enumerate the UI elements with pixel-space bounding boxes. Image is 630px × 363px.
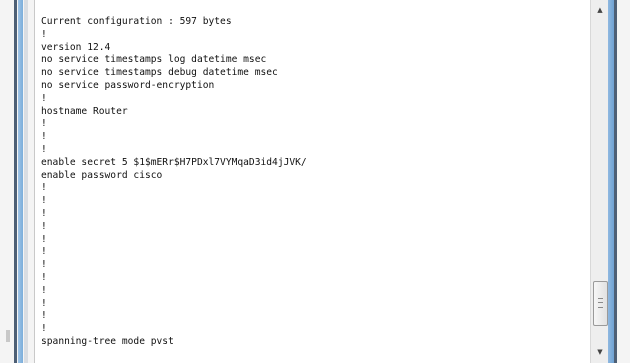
- terminal-line: !: [41, 259, 47, 271]
- frame-border-dark: [14, 0, 17, 363]
- terminal-lines: Current configuration : 597 bytes! versio…: [41, 16, 307, 349]
- terminal-line: enable password cisco: [41, 169, 163, 181]
- triangle-up-icon[interactable]: ▲: [591, 2, 609, 18]
- left-window-frame: [0, 0, 34, 363]
- triangle-down-icon[interactable]: ▼: [591, 344, 609, 360]
- terminal-line: no service password-encryption: [41, 79, 215, 91]
- right-window-frame: [608, 0, 630, 363]
- terminal-line: !: [41, 284, 47, 296]
- terminal-line: version 12.4: [41, 41, 111, 53]
- terminal-line: !: [41, 246, 47, 258]
- terminal-line: !: [41, 92, 47, 104]
- terminal-line: spanning-tree mode pvst: [41, 335, 174, 347]
- frame-notch: [6, 330, 10, 342]
- frame-border-dark: [614, 0, 617, 363]
- terminal-line: !: [41, 182, 47, 194]
- terminal-line: !: [41, 195, 47, 207]
- frame-border-blue: [18, 0, 23, 363]
- frame-border-inner: [24, 0, 28, 363]
- terminal-line: !: [41, 323, 47, 335]
- terminal-line: !: [41, 297, 47, 309]
- terminal-line: !: [41, 271, 47, 283]
- terminal-line: no service timestamps log datetime msec: [41, 54, 267, 66]
- terminal-line: !: [41, 118, 47, 130]
- terminal-line: enable secret 5 $1$mERr$H7PDxl7VYMqaD3id…: [41, 156, 307, 168]
- terminal-line: !: [41, 220, 47, 232]
- terminal-line: !: [41, 143, 47, 155]
- terminal-line: !: [41, 310, 47, 322]
- terminal-line: !: [41, 28, 47, 40]
- terminal-line: hostname Router: [41, 105, 128, 117]
- terminal-line: no service timestamps debug datetime mse…: [41, 67, 278, 79]
- terminal-line: !: [41, 131, 47, 143]
- grip-icon: [598, 298, 603, 308]
- terminal-line: !: [41, 233, 47, 245]
- cli-terminal-output[interactable]: Current configuration : 597 bytes! versio…: [34, 0, 591, 363]
- terminal-line: !: [41, 207, 47, 219]
- terminal-line: Current configuration : 597 bytes: [41, 16, 232, 27]
- scroll-thumb[interactable]: [593, 281, 608, 326]
- vertical-scrollbar[interactable]: ▲ ▼: [590, 0, 609, 363]
